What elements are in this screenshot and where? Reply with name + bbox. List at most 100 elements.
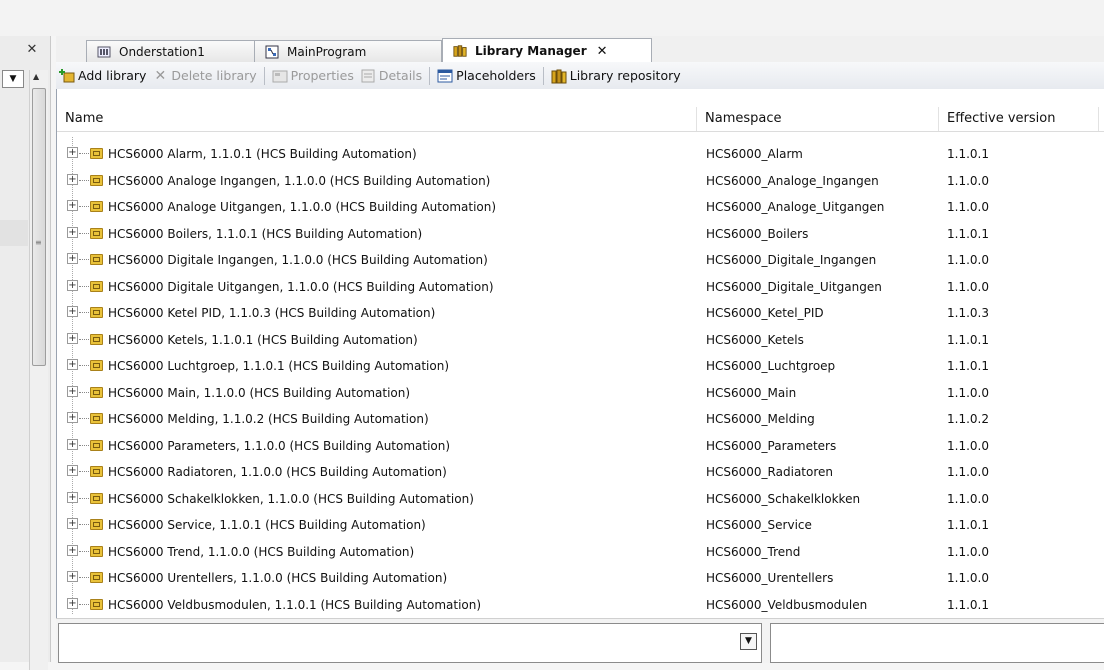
table-row[interactable]: + HCS6000 Parameters, 1.1.0.0 (HCS Buildi… xyxy=(57,433,1104,460)
details-label: Details xyxy=(378,68,423,83)
program-icon xyxy=(265,45,279,59)
expand-plus-icon[interactable]: + xyxy=(67,279,78,291)
placeholders-icon xyxy=(437,69,453,82)
grid-header: Name Namespace Effective version xyxy=(57,107,1104,132)
expand-plus-icon[interactable]: + xyxy=(67,147,78,158)
library-version-icon xyxy=(90,280,103,292)
table-row[interactable]: + HCS6000 Main, 1.1.0.0 (HCS Building Aut… xyxy=(57,380,1104,407)
tab-mainprogram[interactable]: MainProgram xyxy=(254,40,442,63)
table-row[interactable]: + HCS6000 Digitale Ingangen, 1.1.0.0 (HCS… xyxy=(57,247,1104,274)
expand-plus-icon[interactable]: + xyxy=(67,571,78,582)
tree-connector xyxy=(79,285,89,287)
panel-scrollbar[interactable]: ▲ ≡ xyxy=(29,70,48,670)
library-books-icon xyxy=(453,45,467,57)
cell-version: 1.1.0.3 xyxy=(947,306,989,320)
library-version-icon xyxy=(90,386,103,398)
table-row[interactable]: + HCS6000 Trend, 1.1.0.0 (HCS Building Au… xyxy=(57,539,1104,566)
add-library-label: Add library xyxy=(78,68,147,83)
library-detail-pane[interactable]: ▼ xyxy=(58,623,762,663)
expand-plus-icon[interactable]: + xyxy=(67,173,78,185)
table-row[interactable]: + HCS6000 Ketels, 1.1.0.1 (HCS Building A… xyxy=(57,327,1104,354)
expand-plus-icon[interactable]: + xyxy=(67,465,78,476)
table-row[interactable]: + HCS6000 Analoge Uitgangen, 1.1.0.0 (HCS… xyxy=(57,194,1104,221)
table-row[interactable]: + HCS6000 Digitale Uitgangen, 1.1.0.0 (HC… xyxy=(57,274,1104,301)
panel-selected-strip xyxy=(0,220,28,246)
table-row[interactable]: + HCS6000 Melding, 1.1.0.2 (HCS Building … xyxy=(57,406,1104,433)
library-version-icon xyxy=(90,307,103,318)
properties-button[interactable]: Properties xyxy=(269,64,357,87)
close-tab-icon[interactable]: ✕ xyxy=(597,44,608,59)
expand-plus-icon[interactable]: + xyxy=(67,385,78,397)
table-row[interactable]: + HCS6000 Urentellers, 1.1.0.0 (HCS Build… xyxy=(57,565,1104,592)
scrollbar-thumb[interactable] xyxy=(32,88,46,366)
delete-library-button[interactable]: ✕ Delete library xyxy=(149,64,259,87)
expand-plus-icon[interactable]: + xyxy=(67,332,78,344)
column-header-namespace[interactable]: Namespace xyxy=(697,107,939,131)
table-row[interactable]: + HCS6000 Ketel PID, 1.1.0.3 (HCS Buildin… xyxy=(57,300,1104,327)
column-header-name[interactable]: Name xyxy=(57,107,697,131)
table-row[interactable]: + HCS6000 Luchtgroep, 1.1.0.1 (HCS Buildi… xyxy=(57,353,1104,380)
library-version-icon xyxy=(90,201,103,212)
tree-connector xyxy=(79,338,89,340)
library-version-icon xyxy=(90,519,103,530)
library-version-icon xyxy=(90,148,103,159)
expand-plus-icon[interactable]: + xyxy=(67,491,78,503)
left-dock-panel: ✕ ▼ ▲ ≡ xyxy=(0,36,51,670)
details-button[interactable]: Details xyxy=(357,64,425,87)
column-header-effective-version[interactable]: Effective version xyxy=(939,107,1099,131)
table-row[interactable]: + HCS6000 Analoge Ingangen, 1.1.0.0 (HCS … xyxy=(57,168,1104,195)
table-row[interactable]: + HCS6000 Service, 1.1.0.1 (HCS Building … xyxy=(57,512,1104,539)
cell-version: 1.1.0.0 xyxy=(947,491,989,506)
tab-onderstation1[interactable]: Onderstation1 xyxy=(86,40,256,63)
expand-plus-icon[interactable]: + xyxy=(67,306,78,317)
table-row[interactable]: + HCS6000 Schakelklokken, 1.1.0.0 (HCS Bu… xyxy=(57,486,1104,513)
library-version-icon xyxy=(90,439,103,451)
expand-plus-icon[interactable]: + xyxy=(67,200,78,211)
window-top-band xyxy=(0,0,1104,36)
close-icon[interactable]: ✕ xyxy=(24,42,40,58)
tab-library-manager[interactable]: Library Manager ✕ xyxy=(442,38,652,63)
library-info-pane[interactable] xyxy=(770,623,1104,663)
tab-label: Onderstation1 xyxy=(119,45,205,59)
tree-connector xyxy=(79,418,89,419)
table-row[interactable]: + HCS6000 Boilers, 1.1.0.1 (HCS Building … xyxy=(57,221,1104,248)
cell-name: HCS6000 Schakelklokken, 1.1.0.0 (HCS Bui… xyxy=(108,491,474,506)
library-version-icon xyxy=(90,254,103,265)
expand-plus-icon[interactable]: + xyxy=(67,518,78,529)
expand-plus-icon[interactable]: + xyxy=(67,412,78,423)
editor-tab-bar: Onderstation1 MainProgram Library Manage… xyxy=(56,36,1104,63)
placeholders-label: Placeholders xyxy=(456,68,536,83)
placeholders-button[interactable]: Placeholders xyxy=(434,64,539,87)
scroll-up-arrow-icon[interactable]: ▲ xyxy=(33,72,39,81)
add-library-icon xyxy=(59,68,75,82)
expand-plus-icon[interactable]: + xyxy=(67,544,78,556)
cell-version: 1.1.0.0 xyxy=(947,200,989,214)
cell-name: HCS6000 Ketels, 1.1.0.1 (HCS Building Au… xyxy=(108,332,418,347)
tree-connector xyxy=(79,365,89,366)
cell-namespace: HCS6000_Veldbusmodulen xyxy=(706,597,868,612)
cell-name: HCS6000 Analoge Ingangen, 1.1.0.0 (HCS B… xyxy=(108,173,491,188)
expand-plus-icon[interactable]: + xyxy=(67,226,78,238)
tree-connector xyxy=(79,391,89,393)
cell-namespace: HCS6000_Analoge_Ingangen xyxy=(706,173,879,188)
cell-version: 1.1.0.1 xyxy=(947,597,989,612)
add-library-button[interactable]: Add library xyxy=(56,64,149,87)
expand-plus-icon[interactable]: + xyxy=(67,597,78,609)
table-row[interactable]: + HCS6000 Alarm, 1.1.0.1 (HCS Building Au… xyxy=(57,141,1104,168)
library-version-icon xyxy=(90,572,103,583)
cell-version: 1.1.0.1 xyxy=(947,332,989,347)
tree-connector xyxy=(79,471,89,472)
library-version-icon xyxy=(90,333,103,345)
cell-name: HCS6000 Main, 1.1.0.0 (HCS Building Auto… xyxy=(108,385,411,400)
expand-plus-icon[interactable]: + xyxy=(67,359,78,370)
table-row[interactable]: + HCS6000 Veldbusmodulen, 1.1.0.1 (HCS Bu… xyxy=(57,592,1104,619)
expand-plus-icon[interactable]: + xyxy=(67,253,78,264)
table-row[interactable]: + HCS6000 Radiatoren, 1.1.0.0 (HCS Buildi… xyxy=(57,459,1104,486)
chevron-down-icon[interactable]: ▼ xyxy=(740,633,757,650)
library-version-icon xyxy=(90,360,103,371)
cell-name: HCS6000 Analoge Uitgangen, 1.1.0.0 (HCS … xyxy=(108,200,497,214)
panel-dropdown-button[interactable]: ▼ xyxy=(2,70,24,88)
tree-connector xyxy=(79,153,89,154)
library-repository-button[interactable]: Library repository xyxy=(548,64,684,87)
expand-plus-icon[interactable]: + xyxy=(67,438,78,450)
